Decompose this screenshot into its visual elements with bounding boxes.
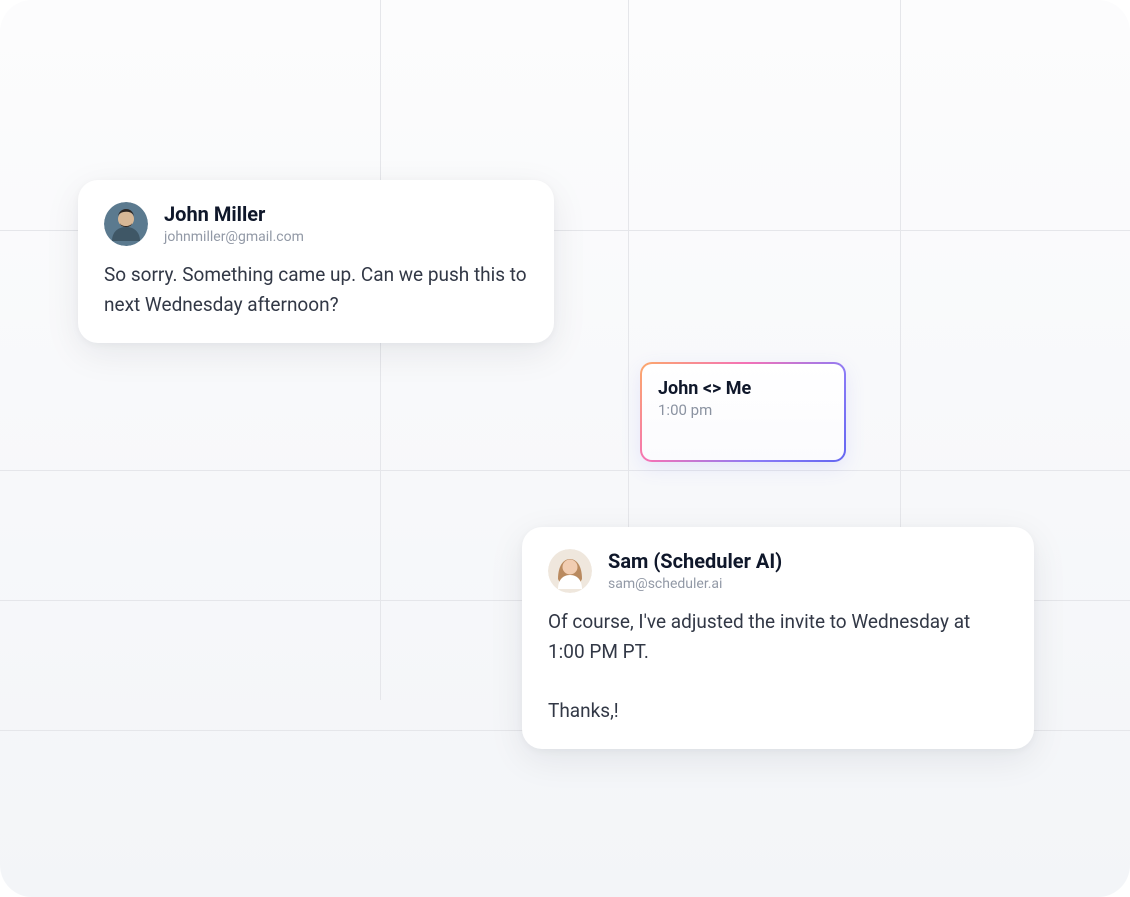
message-body: Of course, I've adjusted the invite to W… [548, 607, 1008, 725]
avatar [548, 549, 592, 593]
sender-name: Sam (Scheduler AI) [608, 549, 782, 573]
sender-info: Sam (Scheduler AI) sam@scheduler.ai [608, 549, 782, 593]
calendar-event-inner: John <> Me 1:00 pm [642, 364, 844, 460]
event-title: John <> Me [658, 378, 828, 399]
calendar-event[interactable]: John <> Me 1:00 pm [640, 362, 846, 462]
sender-info: John Miller johnmiller@gmail.com [164, 202, 304, 246]
grid-vline [380, 0, 381, 700]
sender-email: sam@scheduler.ai [608, 575, 782, 593]
illustration-canvas: John Miller johnmiller@gmail.com So sorr… [0, 0, 1130, 897]
avatar-icon [104, 202, 148, 246]
message-header: Sam (Scheduler AI) sam@scheduler.ai [548, 549, 1008, 593]
event-time: 1:00 pm [658, 401, 828, 419]
avatar [104, 202, 148, 246]
sender-name: John Miller [164, 202, 304, 226]
grid-hline [0, 470, 1130, 471]
message-body: So sorry. Something came up. Can we push… [104, 260, 528, 319]
message-header: John Miller johnmiller@gmail.com [104, 202, 528, 246]
calendar-grid [0, 0, 1130, 897]
message-card-sam: Sam (Scheduler AI) sam@scheduler.ai Of c… [522, 527, 1034, 749]
avatar-icon [548, 549, 592, 593]
sender-email: johnmiller@gmail.com [164, 228, 304, 246]
message-card-john: John Miller johnmiller@gmail.com So sorr… [78, 180, 554, 343]
